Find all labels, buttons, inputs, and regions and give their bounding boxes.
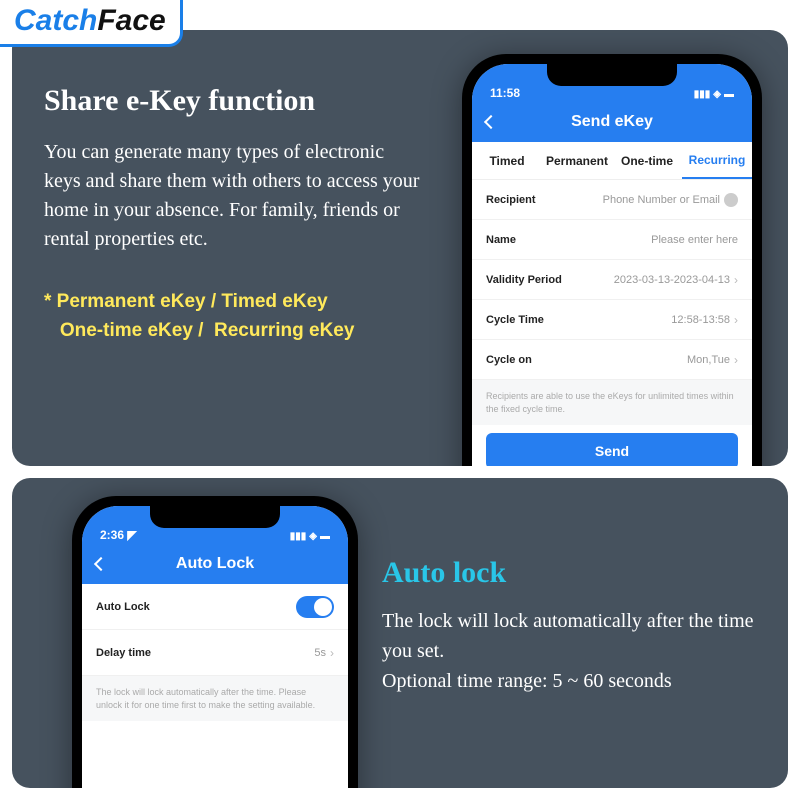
cycleon-label: Cycle on xyxy=(486,354,532,366)
keys-line2: One-time eKey / Recurring eKey xyxy=(44,317,424,346)
tab-recurring[interactable]: Recurring xyxy=(682,142,752,179)
send-button[interactable]: Send xyxy=(486,433,738,466)
tab-permanent[interactable]: Permanent xyxy=(542,142,612,179)
panel1-keytypes: * Permanent eKey / Timed eKey One-time e… xyxy=(44,288,424,345)
recipient-label: Recipient xyxy=(486,194,536,206)
logo-part2: Face xyxy=(97,4,165,37)
status-time: 11:58 xyxy=(490,86,520,100)
validity-label: Validity Period xyxy=(486,274,562,286)
app-header: Send eKey xyxy=(472,102,752,142)
row-validity[interactable]: Validity Period 2023-03-13-2023-04-13 › xyxy=(472,260,752,300)
ekey-tabs: Timed Permanent One-time Recurring xyxy=(472,142,752,180)
panel2-title: Auto lock xyxy=(382,556,772,590)
chevron-right-icon: › xyxy=(734,353,738,367)
row-recipient[interactable]: Recipient Phone Number or Email xyxy=(472,180,752,220)
logo: CatchFace xyxy=(0,0,183,47)
panel2-desc: The lock will lock automatically after t… xyxy=(382,606,772,696)
battery-icon: ▬ xyxy=(724,89,734,100)
delay-label: Delay time xyxy=(96,647,151,659)
delay-value: 5s xyxy=(314,647,326,659)
ekey-note: Recipients are able to use the eKeys for… xyxy=(472,380,752,425)
tab-onetime[interactable]: One-time xyxy=(612,142,682,179)
battery-icon: ▬ xyxy=(320,531,330,542)
back-icon[interactable] xyxy=(94,557,108,571)
header-title: Send eKey xyxy=(571,113,653,131)
validity-value: 2023-03-13-2023-04-13 xyxy=(614,274,730,286)
header-title: Auto Lock xyxy=(176,555,254,573)
chevron-right-icon: › xyxy=(734,313,738,327)
logo-part1: Catch xyxy=(14,4,97,37)
name-label: Name xyxy=(486,234,516,246)
chevron-right-icon: › xyxy=(330,646,334,660)
recipient-placeholder: Phone Number or Email xyxy=(603,194,720,206)
row-autolock: Auto Lock xyxy=(82,584,348,630)
signal-icon: ▮▮▮ xyxy=(694,89,711,100)
row-name[interactable]: Name Please enter here xyxy=(472,220,752,260)
feature-panel-autolock: 2:36 ◤ ▮▮▮ ◈ ▬ Auto Lock Auto Lock Delay… xyxy=(12,478,788,788)
signal-icon: ▮▮▮ xyxy=(290,531,307,542)
tab-timed[interactable]: Timed xyxy=(472,142,542,179)
app-header: Auto Lock xyxy=(82,544,348,584)
status-indicators: ▮▮▮ ◈ ▬ xyxy=(694,89,734,100)
phone-notch xyxy=(150,506,280,528)
panel1-desc: You can generate many types of electroni… xyxy=(44,138,424,254)
name-placeholder: Please enter here xyxy=(651,234,738,246)
autolock-note: The lock will lock automatically after t… xyxy=(82,676,348,721)
cycletime-label: Cycle Time xyxy=(486,314,544,326)
chevron-right-icon: › xyxy=(734,273,738,287)
phone-mockup-autolock: 2:36 ◤ ▮▮▮ ◈ ▬ Auto Lock Auto Lock Delay… xyxy=(72,496,358,788)
keys-line1: * Permanent eKey / Timed eKey xyxy=(44,288,424,317)
phone-notch xyxy=(547,64,677,86)
contact-icon[interactable] xyxy=(724,193,738,207)
wifi-icon: ◈ xyxy=(713,89,721,100)
autolock-toggle[interactable] xyxy=(296,596,334,618)
cycleon-value: Mon,Tue xyxy=(687,354,730,366)
back-icon[interactable] xyxy=(484,115,498,129)
autolock-label: Auto Lock xyxy=(96,601,150,613)
location-icon: ◤ xyxy=(127,528,136,542)
row-cycleon[interactable]: Cycle on Mon,Tue › xyxy=(472,340,752,380)
cycletime-value: 12:58-13:58 xyxy=(671,314,730,326)
wifi-icon: ◈ xyxy=(309,531,317,542)
phone-mockup-ekey: 11:58 ▮▮▮ ◈ ▬ Send eKey Timed Permanent … xyxy=(462,54,762,466)
panel1-title: Share e-Key function xyxy=(44,84,424,118)
feature-panel-ekey: Share e-Key function You can generate ma… xyxy=(12,30,788,466)
row-delay[interactable]: Delay time 5s › xyxy=(82,630,348,676)
row-cycletime[interactable]: Cycle Time 12:58-13:58 › xyxy=(472,300,752,340)
status-indicators: ▮▮▮ ◈ ▬ xyxy=(290,531,330,542)
status-time: 2:36 ◤ xyxy=(100,528,137,542)
